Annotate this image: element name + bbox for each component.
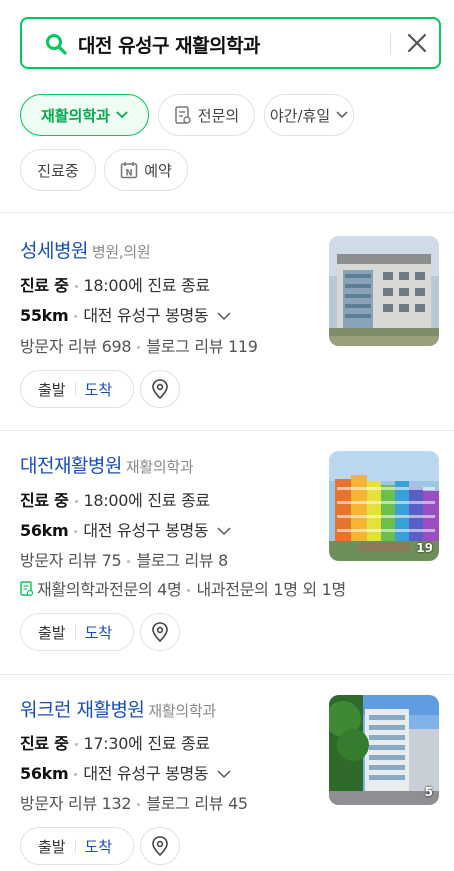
closing-time: 18:00에 진료 종료 [83,276,211,295]
filter-chip-label: 전문의 [197,106,240,125]
visitor-reviews[interactable]: 방문자 리뷰 698 [20,337,132,356]
route-buttons[interactable]: 출발 도착 [20,613,134,651]
address: 대전 유성구 봉명동 [83,306,209,325]
location-row[interactable]: 56km 대전 유성구 봉명동 [20,760,231,784]
review-row[interactable]: 방문자 리뷰 132 블로그 리뷰 45 [20,790,248,814]
section-divider [0,674,454,675]
photo-count-badge: 19 [416,541,433,555]
place-photo[interactable]: 5 [329,695,439,805]
distance: 56km [20,764,69,783]
search-divider [390,33,391,55]
place-name-row[interactable]: 성세병원 병원,의원 [20,236,151,263]
naver-booking-icon: N [120,162,138,179]
filter-chip-specialist[interactable]: 전문의 [158,94,255,136]
open-status: 진료 중 [20,734,69,753]
result-card[interactable]: 대전재활병원 재활의학과 진료 중 18:00에 진료 종료 56km 대전 유성구 … [0,451,454,661]
result-card[interactable]: 워크런 재활병원 재활의학과 진료 중 17:30에 진료 종료 56km 대전 유성… [0,695,454,871]
chevron-down-icon [336,111,348,119]
map-pin-icon [152,622,168,643]
place-name-row[interactable]: 대전재활병원 재활의학과 [20,451,194,478]
status-row: 진료 중 17:30에 진료 종료 [20,730,210,754]
building-photo [329,695,439,805]
filter-chip-rehab[interactable]: 재활의학과 [20,94,149,136]
place-name[interactable]: 대전재활병원 [20,455,122,477]
chevron-down-icon [116,111,128,119]
status-row: 진료 중 18:00에 진료 종료 [20,272,210,296]
blog-reviews[interactable]: 블로그 리뷰 119 [146,337,258,356]
blog-reviews[interactable]: 블로그 리뷰 45 [146,794,248,813]
depart-button[interactable]: 출발 [21,622,66,643]
search-icon [46,34,67,55]
filter-chip-night-holiday[interactable]: 야간/휴일 [264,94,354,136]
map-pin-icon [152,379,168,400]
closing-time: 17:30에 진료 종료 [83,734,211,753]
place-name-row[interactable]: 워크런 재활병원 재활의학과 [20,695,216,722]
map-pin-button[interactable] [140,370,180,408]
place-photo[interactable] [329,236,439,346]
status-row: 진료 중 18:00에 진료 종료 [20,487,210,511]
filter-chip-label: 예약 [144,161,172,180]
review-row[interactable]: 방문자 리뷰 698 블로그 리뷰 119 [20,333,258,357]
section-divider [0,430,454,431]
location-row[interactable]: 56km 대전 유성구 봉명동 [20,517,231,541]
filter-chip-label: 재활의학과 [40,106,110,125]
location-row[interactable]: 55km 대전 유성구 봉명동 [20,302,231,326]
filter-chip-label: 진료중 [37,161,79,180]
place-photo[interactable]: 19 [329,451,439,561]
search-input[interactable]: 대전 유성구 재활의학과 [78,31,261,58]
close-icon[interactable] [404,30,430,56]
place-name[interactable]: 워크런 재활병원 [20,699,145,721]
place-category: 재활의학과 [125,458,194,476]
map-pin-icon [152,836,168,857]
open-status: 진료 중 [20,491,69,510]
closing-time: 18:00에 진료 종료 [83,491,211,510]
certificate-icon [20,581,34,597]
place-category: 재활의학과 [148,702,216,720]
blog-reviews[interactable]: 블로그 리뷰 8 [136,551,228,570]
review-row[interactable]: 방문자 리뷰 75 블로그 리뷰 8 [20,547,228,571]
place-name[interactable]: 성세병원 [20,240,88,262]
specialists-extra: 내과전문의 1명 외 1명 [196,580,346,599]
chevron-down-icon [217,770,231,779]
specialist-row: 재활의학과전문의 4명 내과전문의 1명 외 1명 [20,576,346,600]
distance: 56km [20,521,69,540]
place-category: 병원,의원 [91,243,151,261]
photo-count-badge: 5 [424,785,433,799]
depart-button[interactable]: 출발 [21,836,66,857]
certificate-icon [175,106,191,124]
building-photo [329,236,439,346]
filter-chip-label: 야간/휴일 [269,106,331,125]
result-card[interactable]: 성세병원 병원,의원 진료 중 18:00에 진료 종료 55km 대전 유성구 봉명… [0,236,454,416]
route-buttons[interactable]: 출발 도착 [20,827,134,865]
map-pin-button[interactable] [140,613,180,651]
section-divider [0,212,454,213]
arrive-button[interactable]: 도착 [85,622,113,643]
route-buttons[interactable]: 출발 도착 [20,370,134,408]
svg-text:N: N [126,169,133,179]
map-pin-button[interactable] [140,827,180,865]
chevron-down-icon [217,312,231,321]
open-status: 진료 중 [20,276,69,295]
arrive-button[interactable]: 도착 [85,379,113,400]
depart-button[interactable]: 출발 [21,379,66,400]
specialists: 재활의학과전문의 4명 [37,580,182,599]
address: 대전 유성구 봉명동 [83,521,209,540]
visitor-reviews[interactable]: 방문자 리뷰 75 [20,551,122,570]
search-bar[interactable]: 대전 유성구 재활의학과 [20,17,441,69]
address: 대전 유성구 봉명동 [83,764,209,783]
arrive-button[interactable]: 도착 [85,836,113,857]
visitor-reviews[interactable]: 방문자 리뷰 132 [20,794,132,813]
chevron-down-icon [217,527,231,536]
filter-chip-booking[interactable]: N 예약 [104,149,188,191]
filter-chip-open-now[interactable]: 진료중 [20,149,96,191]
distance: 55km [20,306,69,325]
